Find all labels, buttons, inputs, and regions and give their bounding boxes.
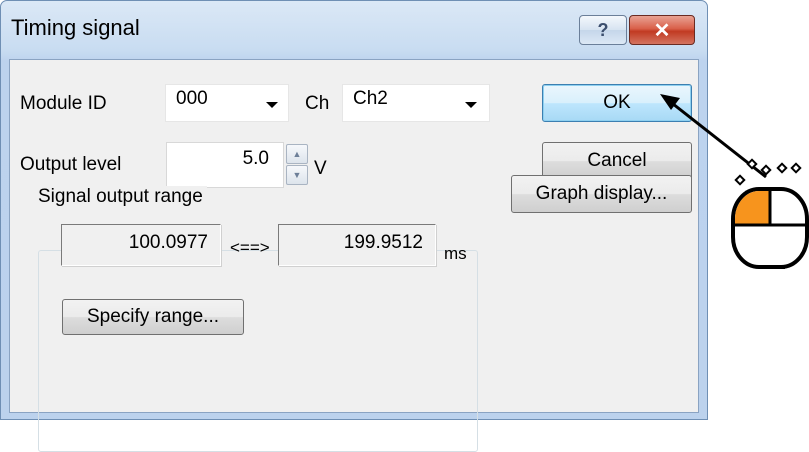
graph-display-label: Graph display... bbox=[535, 183, 668, 204]
dialog-client-area: Module ID 000 Ch Ch2 Output level 5.0 ▲ … bbox=[9, 59, 699, 452]
ok-button[interactable]: OK bbox=[542, 84, 692, 122]
specify-range-label: Specify range... bbox=[86, 306, 220, 327]
spin-down-icon[interactable]: ▼ bbox=[286, 165, 308, 185]
ok-label: OK bbox=[603, 92, 631, 113]
signal-output-range-label: Signal output range bbox=[34, 186, 207, 208]
cancel-label: Cancel bbox=[587, 150, 647, 171]
module-id-value: 000 bbox=[176, 88, 208, 109]
help-button[interactable]: ? bbox=[579, 15, 627, 45]
help-icon: ? bbox=[597, 19, 609, 40]
range-start-field: 100.0977 bbox=[61, 224, 221, 266]
output-level-label: Output level bbox=[20, 154, 122, 175]
close-button[interactable]: ✕ bbox=[629, 15, 695, 45]
module-id-dropdown[interactable]: 000 bbox=[165, 84, 289, 122]
output-level-spinner[interactable]: ▲ ▼ bbox=[286, 144, 308, 186]
channel-value: Ch2 bbox=[353, 88, 388, 109]
signal-output-range-group bbox=[38, 250, 478, 452]
specify-range-button[interactable]: Specify range... bbox=[62, 299, 244, 335]
chevron-down-icon bbox=[266, 102, 278, 108]
module-id-label: Module ID bbox=[20, 93, 107, 114]
channel-label: Ch bbox=[305, 93, 330, 114]
channel-dropdown[interactable]: Ch2 bbox=[342, 84, 490, 122]
close-icon: ✕ bbox=[653, 19, 671, 42]
output-unit-label: V bbox=[314, 158, 327, 179]
window-title: Timing signal bbox=[11, 15, 140, 40]
output-level-value: 5.0 bbox=[242, 148, 269, 169]
spin-up-icon[interactable]: ▲ bbox=[286, 144, 308, 164]
title-bar[interactable]: Timing signal ? ✕ bbox=[1, 1, 707, 59]
output-level-input[interactable]: 5.0 bbox=[166, 142, 284, 188]
range-end-field: 199.9512 bbox=[278, 224, 436, 266]
range-end-value: 199.9512 bbox=[343, 232, 423, 253]
timing-signal-dialog: Timing signal ? ✕ Module ID 000 Ch Ch2 O… bbox=[0, 0, 708, 452]
chevron-down-icon bbox=[465, 102, 477, 108]
graph-display-button[interactable]: Graph display... bbox=[511, 175, 692, 213]
mouse-click-icon bbox=[731, 158, 809, 269]
range-separator: <==> bbox=[230, 238, 270, 257]
range-start-value: 100.0977 bbox=[128, 232, 208, 253]
range-unit-label: ms bbox=[444, 244, 467, 263]
